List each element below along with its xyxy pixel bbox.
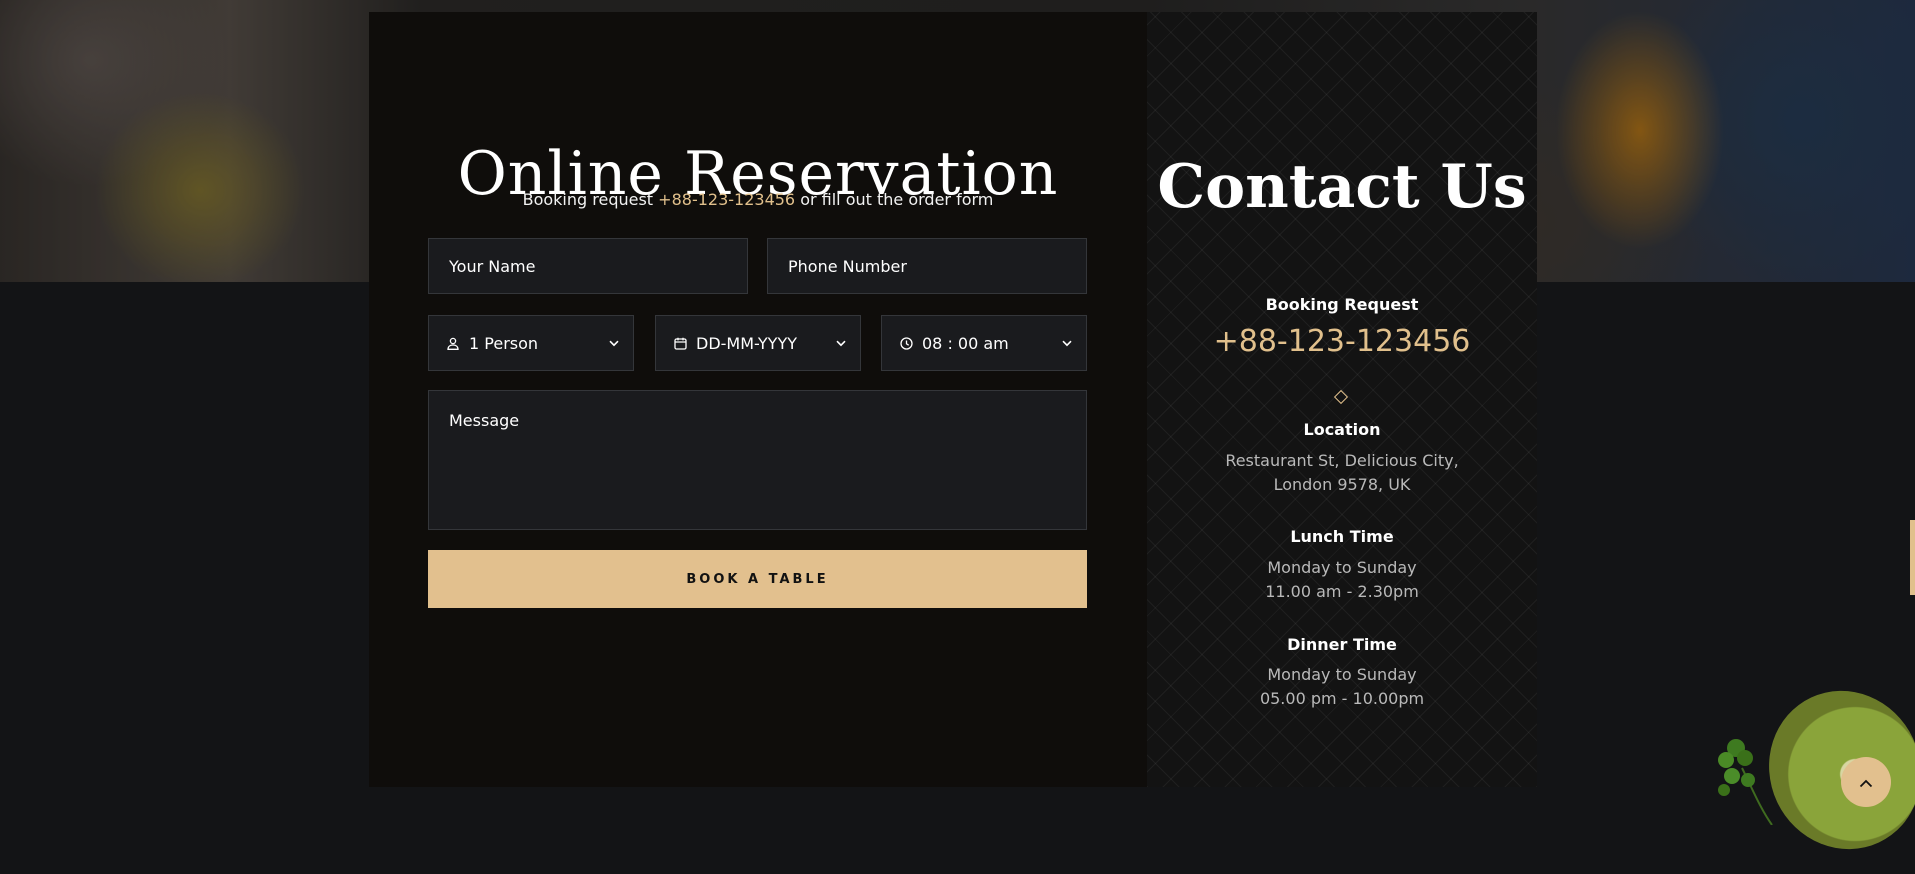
chevron-down-icon (607, 336, 621, 350)
booking-phone-link[interactable]: +88-123-123456 (1147, 324, 1537, 359)
reservation-panel: Online Reservation Booking request +88-1… (369, 12, 1147, 787)
subtitle-phone-link[interactable]: +88-123-123456 (658, 190, 795, 209)
book-table-button[interactable]: BOOK A TABLE (428, 550, 1087, 608)
time-value: 08 : 00 am (922, 333, 1009, 353)
calendar-icon (672, 335, 688, 351)
dinner-days: Monday to Sunday (1267, 665, 1417, 684)
lunch-time-label: Lunch Time (1290, 527, 1394, 546)
time-select[interactable]: 08 : 00 am (881, 315, 1087, 371)
name-placeholder: Your Name (449, 256, 536, 276)
chevron-up-icon (1859, 773, 1873, 792)
lunch-days: Monday to Sunday (1267, 558, 1417, 577)
chevron-down-icon (834, 336, 848, 350)
person-value: 1 Person (469, 333, 539, 353)
name-input[interactable]: Your Name (428, 238, 748, 294)
dinner-hours: 05.00 pm - 10.00pm (1259, 689, 1425, 708)
person-select[interactable]: 1 Person (428, 315, 634, 371)
phone-input[interactable]: Phone Number (767, 238, 1087, 294)
scroll-to-top-button[interactable] (1841, 757, 1891, 807)
chevron-down-icon (1060, 336, 1074, 350)
location-line-1: Restaurant St, Delicious City, (1225, 451, 1459, 470)
message-placeholder: Message (449, 411, 520, 430)
subtitle-suffix: or fill out the order form (795, 190, 994, 209)
date-select[interactable]: DD-MM-YYYY (655, 315, 861, 371)
diamond-divider-icon (1333, 389, 1349, 405)
dinner-time-label: Dinner Time (1287, 635, 1397, 654)
reservation-subtitle: Booking request +88-123-123456 or fill o… (369, 190, 1147, 209)
message-textarea[interactable]: Message (428, 390, 1087, 530)
phone-placeholder: Phone Number (788, 256, 907, 276)
lunch-hours: 11.00 am - 2.30pm (1265, 582, 1419, 601)
subtitle-prefix: Booking request (522, 190, 659, 209)
booking-request-label: Booking Request (1265, 295, 1419, 314)
contact-panel: Contact Us Booking Request +88-123-12345… (1147, 12, 1537, 787)
contact-title: Contact Us (1157, 151, 1527, 222)
date-value: DD-MM-YYYY (696, 333, 797, 353)
location-label: Location (1303, 420, 1381, 439)
clock-icon (898, 335, 914, 351)
side-tab-handle[interactable] (1910, 520, 1915, 595)
location-line-2: London 9578, UK (1273, 475, 1411, 494)
user-icon (445, 335, 461, 351)
kiwi-decoration (1743, 665, 1915, 874)
